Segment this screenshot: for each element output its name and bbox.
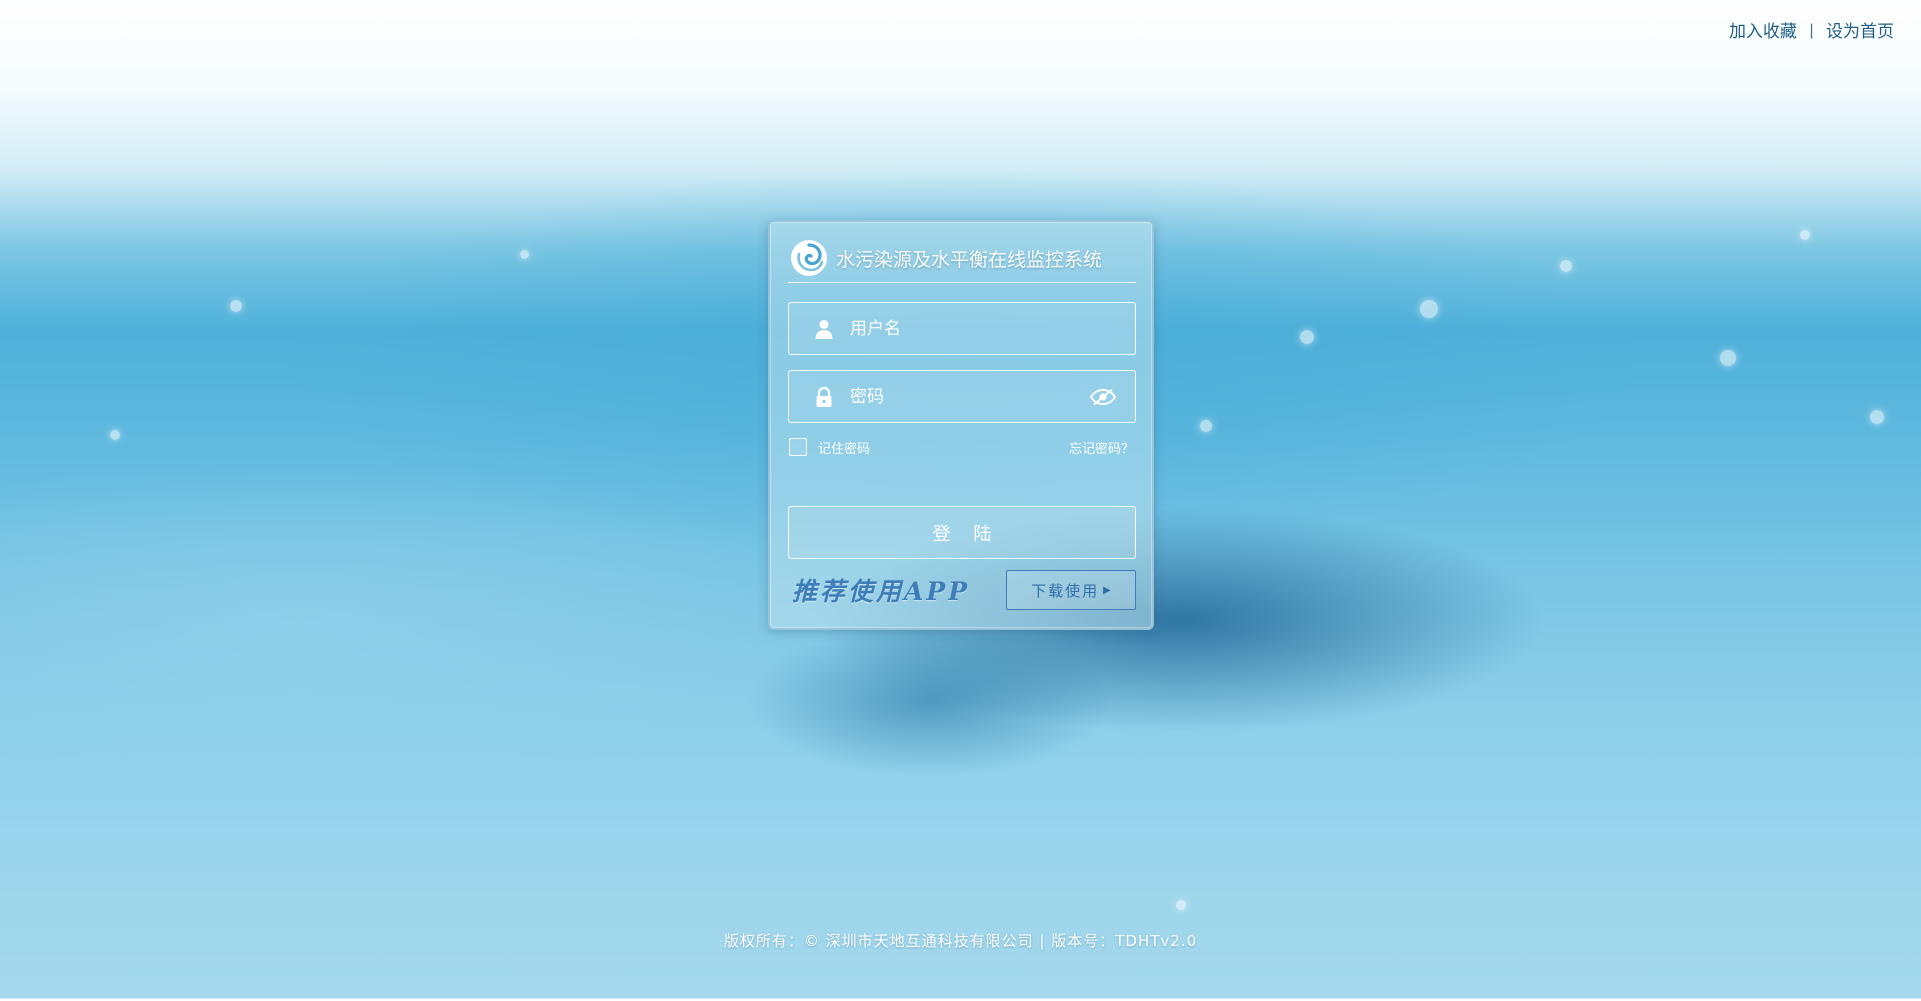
password-input[interactable] [850,386,1089,407]
app-recommend-text: 推荐使用APP [792,577,970,606]
login-header: 水污染源及水平衡在线监控系统 [788,234,1136,283]
remember-password[interactable]: 记住密码 [788,438,870,457]
link-separator: | [1808,20,1814,39]
bokeh-dot [1176,900,1186,910]
bokeh-dot [1420,300,1438,318]
bokeh-dot [1560,260,1572,272]
user-icon [815,319,833,339]
eye-hidden-icon[interactable] [1089,387,1117,407]
remember-label: 记住密码 [818,441,871,457]
username-input[interactable] [850,318,1135,339]
bokeh-dot [1800,230,1810,240]
lock-icon [816,386,832,407]
login-page: 加入收藏 | 设为首页 水污染源及水平衡在线监控系统 用户名 记住密码 忘记密码… [0,0,1921,1001]
play-arrow-icon: ▶ [1103,584,1111,596]
download-label: 下载使用 [1031,581,1100,600]
footer-copyright: 版权所有：© 深圳市天地互通科技有限公司 | 版本号：TDHTv2.0 [723,932,1198,950]
system-title: 水污染源及水平衡在线监控系统 [836,248,1103,271]
password-field[interactable] [788,370,1136,423]
username-field[interactable] [788,302,1136,355]
add-bookmark-link[interactable]: 加入收藏 [1729,17,1797,42]
set-homepage-link[interactable]: 设为首页 [1826,17,1894,42]
swirl-logo-icon [791,240,827,276]
bokeh-dot [1200,420,1212,432]
login-options: 记住密码 忘记密码？ [788,435,1136,459]
top-links: 加入收藏 | 设为首页 [1729,17,1894,43]
app-download-row: 推荐使用APP 下载使用 ▶ [788,569,1136,611]
forgot-password-link[interactable]: 忘记密码？ [1069,438,1134,457]
login-panel: 水污染源及水平衡在线监控系统 用户名 记住密码 忘记密码？ 登 陆 推荐使用AP… [768,220,1154,630]
bokeh-dot [110,430,120,440]
bokeh-dot [1870,410,1884,424]
login-button-label: 登 陆 [932,523,992,545]
login-button[interactable]: 登 陆 [788,506,1136,559]
bokeh-dot [520,250,529,259]
remember-checkbox[interactable] [789,438,807,456]
bokeh-dot [1720,350,1736,366]
bokeh-dot [1300,330,1314,344]
bokeh-dot [230,300,242,312]
download-app-button[interactable]: 下载使用 ▶ [1006,570,1136,610]
